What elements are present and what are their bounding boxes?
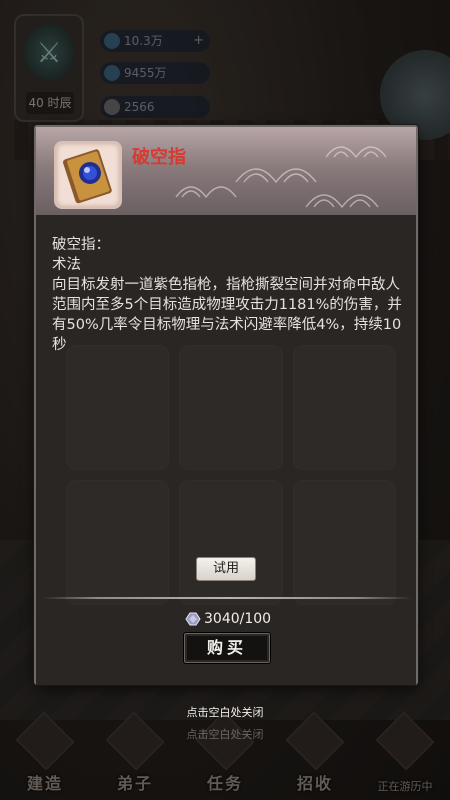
item-title: 破空指	[132, 147, 186, 168]
price-row: 3040/100	[184, 609, 271, 629]
close-hint-shadow: 点击空白处关闭	[186, 728, 264, 741]
wave-pattern-icon	[175, 146, 387, 209]
buy-button[interactable]: 购买	[184, 633, 270, 663]
item-type-line: 术法	[52, 257, 81, 273]
item-description: 破空指： 术法 向目标发射一道紫色指枪，指枪撕裂空间并对命中敌人范围内至多5个目…	[52, 235, 402, 355]
item-name-line: 破空指：	[52, 237, 110, 253]
skill-book-icon	[62, 149, 112, 204]
panel-header: 破空指	[36, 127, 416, 215]
item-effect-text: 向目标发射一道紫色指枪，指枪撕裂空间并对命中敌人范围内至多5个目标造成物理攻击力…	[52, 277, 402, 353]
item-detail-panel: 破空指 破空指： 术法 向目标发射一道紫色指枪，指枪撕裂空间并对命中敌人范围内至…	[34, 125, 418, 685]
jade-currency-icon	[185, 612, 201, 626]
price-value: 3040/100	[204, 611, 272, 627]
close-hint: 点击空白处关闭	[186, 706, 264, 719]
item-icon-frame	[54, 141, 122, 209]
try-button[interactable]: 试用	[196, 557, 256, 581]
divider	[42, 597, 412, 599]
